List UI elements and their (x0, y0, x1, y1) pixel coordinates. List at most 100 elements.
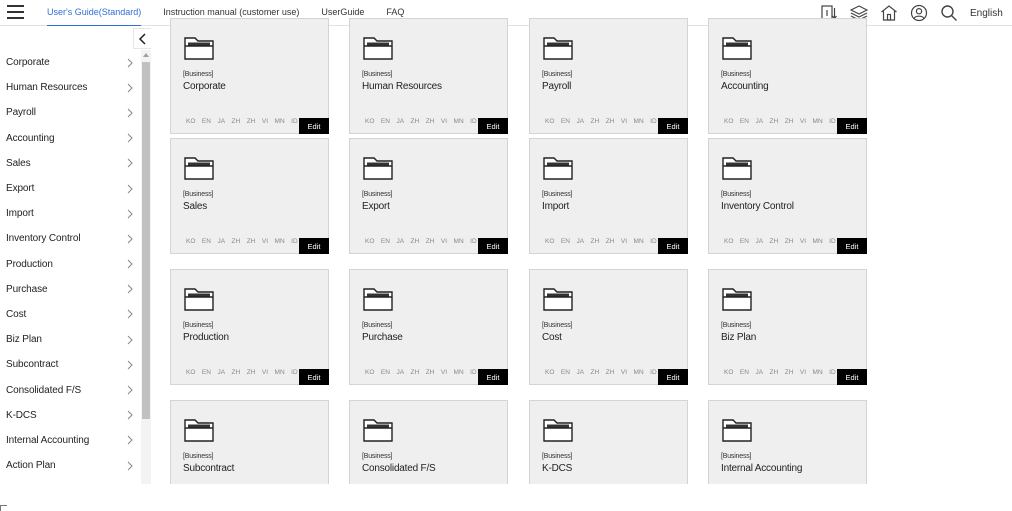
language-link-zh[interactable]: ZH (591, 369, 600, 376)
language-link-id[interactable]: ID (291, 369, 298, 376)
scrollbar-thumb[interactable] (142, 62, 150, 419)
sidebar-item-subcontract[interactable]: Subcontract (0, 352, 140, 377)
language-link-id[interactable]: ID (470, 238, 477, 245)
language-link-id[interactable]: ID (829, 118, 836, 125)
language-link-ja[interactable]: JA (755, 118, 763, 125)
guide-card-biz-plan[interactable]: [Business] Biz Plan KO EN JA ZH ZH VI MN ID Edit (708, 269, 867, 385)
guide-card-accounting[interactable]: [Business] Accounting KO EN JA ZH ZH VI MN ID Edit (708, 18, 867, 134)
language-link-ja[interactable]: JA (576, 238, 584, 245)
language-link-zh[interactable]: ZH (232, 118, 241, 125)
guide-card-export[interactable]: [Business] Export KO EN JA ZH ZH VI MN ID Edit (349, 138, 508, 254)
sidebar-item-sales[interactable]: Sales (0, 151, 140, 176)
guide-card-import[interactable]: [Business] Import KO EN JA ZH ZH VI MN ID Edit (529, 138, 688, 254)
sidebar-scrollbar[interactable] (141, 50, 151, 484)
language-link-vi[interactable]: VI (621, 238, 627, 245)
language-link-mn[interactable]: MN (634, 369, 644, 376)
sidebar-item-corporate[interactable]: Corporate (0, 50, 140, 75)
language-link-vi[interactable]: VI (262, 238, 268, 245)
menu-icon[interactable] (7, 4, 24, 19)
language-link-zh[interactable]: ZH (606, 369, 615, 376)
language-link-vi[interactable]: VI (800, 369, 806, 376)
guide-card-internal-accounting[interactable]: [Business]Internal AccountingKOENJAZHZHV… (708, 400, 867, 484)
sidebar-item-production[interactable]: Production (0, 252, 140, 277)
guide-card-payroll[interactable]: [Business] Payroll KO EN JA ZH ZH VI MN ID Edit (529, 18, 688, 134)
language-link-vi[interactable]: VI (441, 369, 447, 376)
language-link-mn[interactable]: MN (634, 118, 644, 125)
language-link-ja[interactable]: JA (576, 369, 584, 376)
guide-card-purchase[interactable]: [Business] Purchase KO EN JA ZH ZH VI MN ID Edit (349, 269, 508, 385)
language-link-zh[interactable]: ZH (247, 118, 256, 125)
language-link-en[interactable]: EN (561, 118, 570, 125)
language-link-id[interactable]: ID (650, 369, 657, 376)
language-link-zh[interactable]: ZH (411, 118, 420, 125)
language-link-zh[interactable]: ZH (606, 118, 615, 125)
language-link-ko[interactable]: KO (545, 118, 554, 125)
sidebar-item-import[interactable]: Import (0, 201, 140, 226)
sidebar-item-purchase[interactable]: Purchase (0, 277, 140, 302)
language-link-id[interactable]: ID (291, 118, 298, 125)
language-link-mn[interactable]: MN (454, 118, 464, 125)
tab-users-guide-standard[interactable]: User's Guide(Standard) (47, 1, 142, 26)
language-link-zh[interactable]: ZH (426, 118, 435, 125)
language-link-zh[interactable]: ZH (247, 369, 256, 376)
language-link-en[interactable]: EN (740, 118, 749, 125)
guide-card-corporate[interactable]: [Business] Corporate KO EN JA ZH ZH VI MN ID Edit (170, 18, 329, 134)
edit-button[interactable]: Edit (837, 118, 867, 134)
scroll-up-arrow[interactable] (141, 50, 151, 60)
language-link-mn[interactable]: MN (634, 238, 644, 245)
language-link-vi[interactable]: VI (262, 369, 268, 376)
language-link-ko[interactable]: KO (186, 118, 195, 125)
language-link-en[interactable]: EN (561, 369, 570, 376)
edit-button[interactable]: Edit (299, 238, 329, 254)
language-link-zh[interactable]: ZH (591, 118, 600, 125)
language-link-zh[interactable]: ZH (232, 238, 241, 245)
language-link-ko[interactable]: KO (724, 369, 733, 376)
edit-button[interactable]: Edit (478, 369, 508, 385)
language-link-ja[interactable]: JA (217, 238, 225, 245)
language-link-vi[interactable]: VI (441, 238, 447, 245)
language-link-id[interactable]: ID (829, 238, 836, 245)
edit-button[interactable]: Edit (299, 118, 329, 134)
language-link-ko[interactable]: KO (365, 238, 374, 245)
guide-card-inventory-control[interactable]: [Business] Inventory Control KO EN JA ZH ZH VI M… (708, 138, 867, 254)
home-icon[interactable] (880, 4, 898, 22)
edit-button[interactable]: Edit (478, 118, 508, 134)
language-link-ja[interactable]: JA (576, 118, 584, 125)
language-link-id[interactable]: ID (650, 118, 657, 125)
language-link-zh[interactable]: ZH (411, 238, 420, 245)
language-selector[interactable]: English (970, 8, 1012, 19)
guide-card-consolidated-f-s[interactable]: [Business]Consolidated F/SKOENJAZHZHVIMN… (349, 400, 508, 484)
sidebar-item-internal-accounting[interactable]: Internal Accounting (0, 428, 140, 453)
sidebar-item-export[interactable]: Export (0, 176, 140, 201)
language-link-zh[interactable]: ZH (785, 238, 794, 245)
language-link-zh[interactable]: ZH (606, 238, 615, 245)
language-link-en[interactable]: EN (202, 369, 211, 376)
sidebar-item-cost[interactable]: Cost (0, 302, 140, 327)
language-link-en[interactable]: EN (740, 369, 749, 376)
language-link-en[interactable]: EN (381, 238, 390, 245)
language-link-mn[interactable]: MN (454, 238, 464, 245)
language-link-ja[interactable]: JA (396, 118, 404, 125)
edit-button[interactable]: Edit (658, 238, 688, 254)
language-link-en[interactable]: EN (202, 118, 211, 125)
language-link-zh[interactable]: ZH (411, 369, 420, 376)
sidebar-item-accounting[interactable]: Accounting (0, 126, 140, 151)
language-link-vi[interactable]: VI (262, 118, 268, 125)
language-link-zh[interactable]: ZH (232, 369, 241, 376)
language-link-mn[interactable]: MN (813, 369, 823, 376)
language-link-zh[interactable]: ZH (785, 118, 794, 125)
language-link-zh[interactable]: ZH (785, 369, 794, 376)
language-link-vi[interactable]: VI (800, 118, 806, 125)
language-link-id[interactable]: ID (829, 369, 836, 376)
language-link-en[interactable]: EN (202, 238, 211, 245)
guide-card-cost[interactable]: [Business] Cost KO EN JA ZH ZH VI MN ID Edit (529, 269, 688, 385)
language-link-ja[interactable]: JA (396, 238, 404, 245)
language-link-ko[interactable]: KO (545, 238, 554, 245)
language-link-zh[interactable]: ZH (770, 238, 779, 245)
language-link-ja[interactable]: JA (217, 118, 225, 125)
sidebar-collapse-button[interactable] (133, 28, 151, 49)
guide-card-k-dcs[interactable]: [Business]K-DCSKOENJAZHZHVIMNIDEdit (529, 400, 688, 484)
language-link-zh[interactable]: ZH (770, 369, 779, 376)
language-link-ja[interactable]: JA (396, 369, 404, 376)
guide-card-human-resources[interactable]: [Business] Human Resources KO EN JA ZH ZH VI MN I… (349, 18, 508, 134)
